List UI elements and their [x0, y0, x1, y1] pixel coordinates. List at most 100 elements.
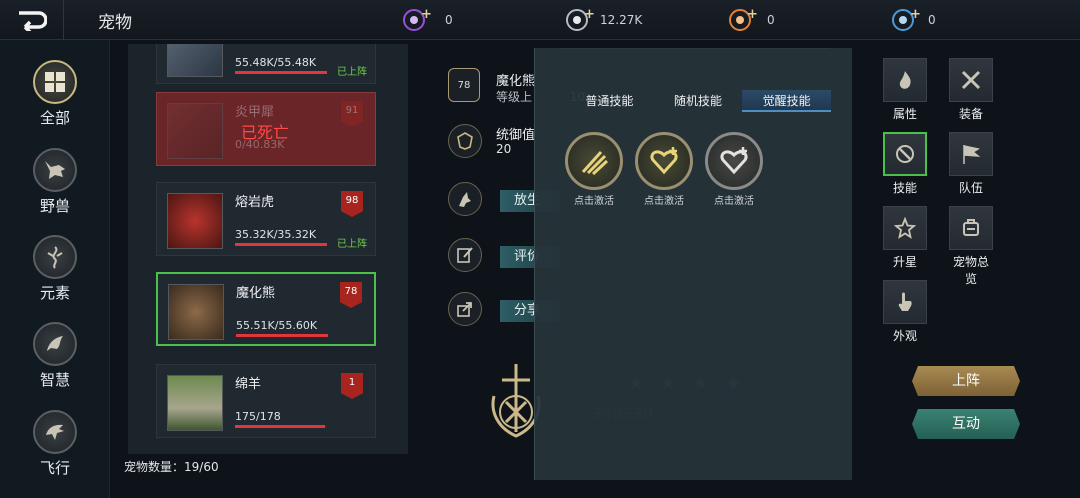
- share-icon: [448, 292, 482, 326]
- deployed-status: 已上阵: [337, 239, 367, 250]
- pet-card[interactable]: 绵羊 1 175/178: [156, 364, 376, 438]
- menu-label: 宠物总览: [952, 255, 989, 286]
- edit-icon: [448, 238, 482, 272]
- back-button[interactable]: [0, 0, 64, 40]
- grid-icon: [33, 60, 77, 104]
- orange-gem-icon: +: [729, 7, 758, 31]
- pet-hp: 55.51K/55.60K: [236, 319, 318, 332]
- menu-star-up[interactable]: 升星: [882, 206, 928, 270]
- pet-portrait: [167, 44, 223, 77]
- pet-hp-bar: [235, 71, 327, 74]
- heart-plus-icon: [705, 132, 763, 190]
- claw-slash-icon: [565, 132, 623, 190]
- level-badge: 78: [340, 282, 362, 308]
- tab-awakening-skills[interactable]: 觉醒技能: [742, 90, 832, 112]
- crest-icon: [448, 124, 482, 158]
- pet-portrait: [167, 103, 223, 159]
- skill-slot[interactable]: 点击激活: [633, 132, 695, 207]
- pet-detail-name: 魔化熊: [496, 74, 536, 89]
- pet-hp: 35.32K/35.32K: [235, 228, 317, 241]
- skill-label: 点击激活: [644, 196, 684, 207]
- category-beast[interactable]: 野兽: [30, 148, 80, 216]
- deployed-status: 已上阵: [337, 67, 367, 78]
- flame-icon: [883, 58, 927, 102]
- overview-icon: [949, 206, 993, 250]
- bird-icon: [33, 322, 77, 366]
- resource-amount: 0: [445, 13, 453, 27]
- crossed-swords-icon: [949, 58, 993, 102]
- menu-equipment[interactable]: 装备: [948, 58, 994, 122]
- resource-blue-gem[interactable]: + 0: [892, 6, 936, 34]
- menu-label: 技能: [892, 181, 917, 195]
- category-flying[interactable]: 飞行: [30, 410, 80, 478]
- pet-name: 魔化熊: [236, 286, 276, 301]
- pet-hp-bar: [236, 334, 328, 337]
- wolf-howl-icon: [448, 182, 482, 216]
- resource-amount: 0: [767, 13, 775, 27]
- deploy-button[interactable]: 上阵: [912, 366, 1020, 396]
- level-badge: 98: [341, 191, 363, 217]
- skill-slot[interactable]: 点击激活: [563, 132, 625, 207]
- menu-attributes[interactable]: 属性: [882, 58, 928, 122]
- skill-emblem-icon: [883, 132, 927, 176]
- resource-orange-gem[interactable]: + 0: [729, 6, 775, 34]
- category-label: 飞行: [39, 459, 70, 477]
- category-label: 野兽: [39, 197, 70, 215]
- category-label: 元素: [39, 284, 70, 302]
- skill-popup: 普通技能 随机技能 觉醒技能 点击激活 点击激活 点击激活: [534, 48, 852, 480]
- menu-label: 外观: [892, 329, 917, 343]
- tab-random-skills[interactable]: 随机技能: [654, 90, 743, 112]
- pet-list[interactable]: 55.48K/55.48K 已上阵 炎甲犀 已死亡 0/40.83K 91 熔岩…: [128, 44, 408, 454]
- category-wisdom[interactable]: 智慧: [30, 322, 80, 390]
- skill-tabs: 普通技能 随机技能 觉醒技能: [565, 90, 832, 112]
- category-nav: 全部 野兽 元素 智慧 飞行: [0, 40, 110, 498]
- pet-card-selected[interactable]: 魔化熊 78 55.51K/55.60K: [156, 272, 376, 346]
- pet-portrait: [167, 193, 223, 249]
- resource-silver[interactable]: + 12.27K: [566, 6, 642, 34]
- page-title: 宠物: [98, 13, 132, 33]
- pet-hp: 0/40.83K: [235, 138, 285, 151]
- pet-portrait: [168, 284, 224, 340]
- pet-card[interactable]: 55.48K/55.48K 已上阵: [156, 44, 376, 84]
- skill-slot[interactable]: 点击激活: [703, 132, 765, 207]
- menu-label: 升星: [892, 255, 917, 269]
- purple-gem-icon: +: [403, 7, 432, 31]
- command-row: 统御值 20: [448, 124, 535, 158]
- menu-pet-overview[interactable]: 宠物总览: [948, 206, 994, 287]
- resource-amount: 0: [928, 13, 936, 27]
- release-row: 放生: [448, 182, 560, 216]
- level-badge: 1: [341, 373, 363, 399]
- flag-icon: [949, 132, 993, 176]
- pet-name: 熔岩虎: [235, 195, 275, 210]
- pet-hp: 175/178: [235, 410, 281, 423]
- level-badge: 91: [341, 101, 363, 127]
- skill-label: 点击激活: [574, 196, 614, 207]
- heart-plus-icon: [635, 132, 693, 190]
- menu-label: 属性: [892, 107, 917, 121]
- pet-hp-bar: [235, 243, 327, 246]
- pet-info-header: 78 魔化熊 等级上 10: [448, 68, 585, 104]
- category-element[interactable]: 元素: [30, 235, 80, 303]
- interact-button[interactable]: 互动: [912, 409, 1020, 439]
- skill-label: 点击激活: [714, 196, 754, 207]
- menu-appearance[interactable]: 外观: [882, 280, 928, 344]
- command-label: 统御值: [496, 128, 536, 143]
- eagle-icon: [33, 410, 77, 454]
- star-icon: [883, 206, 927, 250]
- top-bar: 宠物 + 0 + 12.27K + 0 + 0: [0, 0, 1080, 40]
- back-arrow-icon: [18, 11, 47, 31]
- pet-name: 绵羊: [235, 377, 262, 392]
- pet-hp-bar: [235, 425, 327, 428]
- pet-card[interactable]: 熔岩虎 98 35.32K/35.32K 已上阵: [156, 182, 376, 256]
- menu-team[interactable]: 队伍: [948, 132, 994, 196]
- pet-name: 炎甲犀: [235, 105, 275, 120]
- pet-card[interactable]: 炎甲犀 已死亡 0/40.83K 91: [156, 92, 376, 166]
- category-all[interactable]: 全部: [30, 60, 80, 128]
- level-badge: 78: [448, 68, 480, 102]
- silver-gear-icon: +: [566, 7, 595, 31]
- resource-purple-gem[interactable]: + 0: [403, 6, 453, 34]
- sprite-icon: [33, 235, 77, 279]
- menu-skills[interactable]: 技能: [882, 132, 928, 196]
- tab-normal-skills[interactable]: 普通技能: [565, 90, 654, 112]
- command-value: 20: [496, 142, 512, 156]
